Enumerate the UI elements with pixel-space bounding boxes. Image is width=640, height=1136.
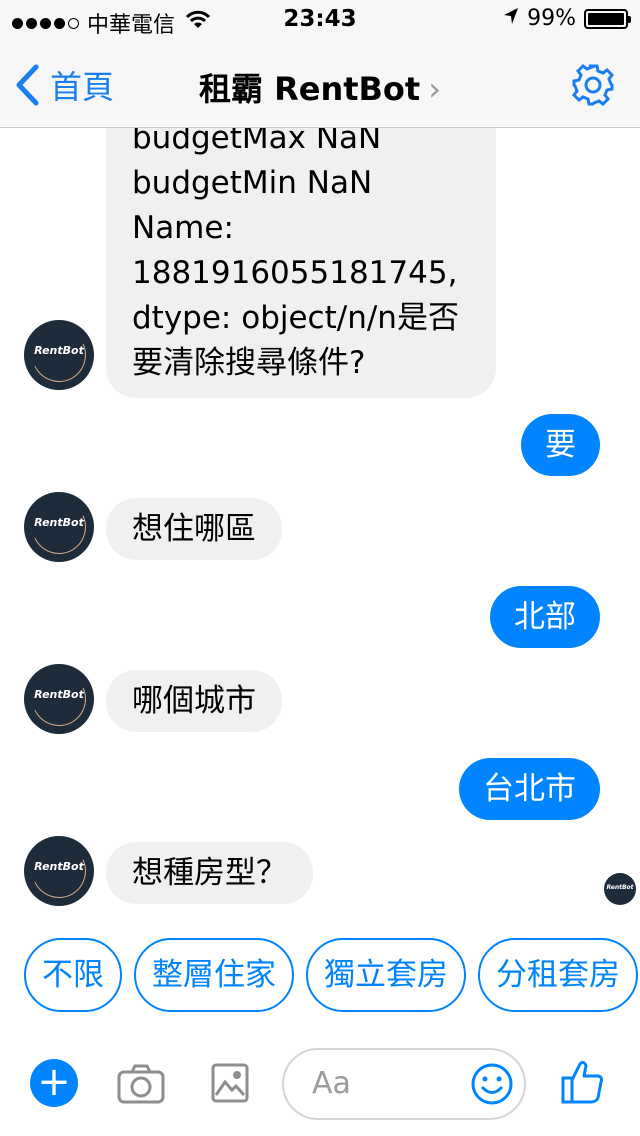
- location-arrow-icon: [503, 6, 519, 31]
- summary-line: budgetMin NaN: [132, 165, 373, 201]
- summary-line: Name:: [132, 210, 234, 246]
- thumbs-up-icon[interactable]: [560, 1058, 606, 1110]
- camera-icon[interactable]: [116, 1062, 166, 1110]
- bot-avatar-label: RentBot: [34, 516, 84, 529]
- settings-gear-icon[interactable]: [570, 62, 616, 112]
- battery-percent: 99%: [527, 6, 576, 31]
- chevron-right-icon: ›: [428, 70, 442, 108]
- nav-bar: 首頁 租霸 RentBot ›: [0, 40, 640, 128]
- seen-receipt-avatar: RentBot: [604, 873, 636, 905]
- conversation-title[interactable]: 租霸 RentBot ›: [0, 64, 640, 110]
- quick-reply-whole-floor[interactable]: 整層住家: [134, 938, 294, 1012]
- summary-line: budgetMax NaN: [132, 128, 382, 156]
- summary-line: dtype: object/n/n是否: [132, 300, 459, 336]
- bot-message: 想住哪區: [106, 498, 282, 560]
- quick-replies[interactable]: 不限 整層住家 獨立套房 分租套房: [24, 938, 638, 1012]
- message-input[interactable]: Aa: [282, 1048, 526, 1120]
- status-bar: 中華電信 23:43 99%: [0, 0, 640, 40]
- emoji-icon[interactable]: [470, 1062, 514, 1110]
- add-button[interactable]: +: [30, 1059, 78, 1107]
- bot-avatar[interactable]: RentBot: [24, 492, 94, 562]
- bot-avatar[interactable]: RentBot: [24, 836, 94, 906]
- summary-line: 1881916055181745,: [132, 255, 458, 291]
- status-right: 99%: [503, 6, 631, 31]
- quick-reply-shared-suite[interactable]: 分租套房: [478, 938, 638, 1012]
- plus-icon: +: [37, 1059, 71, 1105]
- conversation-title-text: 租霸 RentBot: [198, 70, 421, 108]
- quick-reply-any[interactable]: 不限: [24, 938, 122, 1012]
- quick-reply-studio[interactable]: 獨立套房: [306, 938, 466, 1012]
- bot-avatar-label: RentBot: [34, 860, 84, 873]
- seen-receipt-label: RentBot: [606, 884, 634, 891]
- bot-message: 想種房型？: [106, 842, 313, 904]
- summary-line: 要清除搜尋條件?: [132, 345, 366, 381]
- composer-bar: + Aa: [0, 1032, 640, 1136]
- image-gallery-icon[interactable]: [210, 1062, 250, 1108]
- bot-message-summary: budgetMax NaN budgetMin NaN Name: 188191…: [106, 128, 496, 398]
- battery-fill: [588, 12, 624, 25]
- message-input-placeholder: Aa: [312, 1066, 351, 1101]
- user-message: 北部: [490, 586, 600, 648]
- message-list[interactable]: budgetMax NaN budgetMin NaN Name: 188191…: [0, 128, 640, 920]
- bot-message: 哪個城市: [106, 670, 282, 732]
- bot-avatar[interactable]: RentBot: [24, 664, 94, 734]
- bot-avatar[interactable]: RentBot: [24, 320, 94, 390]
- bot-avatar-label: RentBot: [34, 688, 84, 701]
- bot-avatar-label: RentBot: [34, 344, 84, 357]
- user-message: 台北市: [459, 758, 600, 820]
- battery-icon: [584, 8, 631, 29]
- user-message: 要: [521, 414, 600, 476]
